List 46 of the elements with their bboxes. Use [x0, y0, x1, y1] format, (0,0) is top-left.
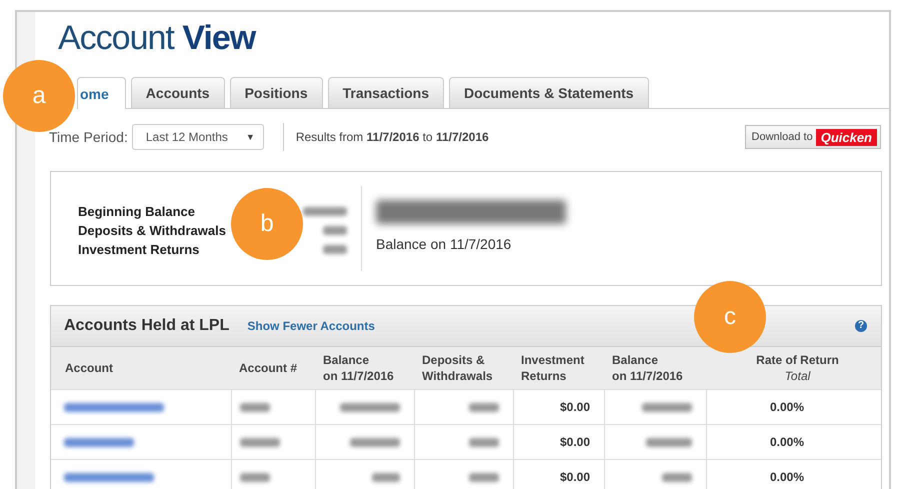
- tab[interactable]: Documents & Statements: [448, 77, 649, 108]
- time-period-dropdown[interactable]: Last 12 Months ▼: [132, 124, 264, 150]
- blurred-value: [662, 472, 692, 482]
- panel-title: Accounts Held at LPL: [64, 317, 230, 335]
- help-icon[interactable]: ?: [855, 320, 867, 332]
- blurred-value: [64, 438, 134, 446]
- blurred-value: [469, 402, 499, 412]
- blurred-value: [340, 402, 400, 412]
- table-cell: 0.00%: [770, 400, 804, 414]
- blurred-value: [240, 472, 270, 482]
- column-header: Balance on 11/7/2016: [611, 352, 684, 385]
- blurred-value: [469, 438, 499, 446]
- summary-label: Investment Returns: [78, 242, 200, 257]
- blurred-value: [350, 438, 400, 446]
- column-header: Investment Returns: [520, 352, 586, 385]
- table-cell: 0.00%: [770, 435, 804, 449]
- tab[interactable]: ome: [77, 77, 126, 109]
- show-fewer-link[interactable]: Show Fewer Accounts: [247, 319, 375, 333]
- table-cell: $0.00: [560, 400, 590, 414]
- time-period-label: Time Period:: [49, 129, 128, 145]
- tab[interactable]: Transactions: [328, 77, 444, 108]
- tab[interactable]: Accounts: [130, 77, 225, 108]
- results-text: Results from 11/7/2016 to 11/7/2016: [296, 130, 489, 144]
- column-header: Account: [64, 360, 114, 377]
- column-header: Account #: [238, 360, 298, 377]
- tab[interactable]: Positions: [230, 77, 323, 108]
- blurred-value: [240, 402, 270, 412]
- column-header: Rate of Return Total: [755, 352, 840, 385]
- blurred-value: [303, 207, 347, 216]
- blurred-value: [642, 402, 692, 412]
- blurred-value: [469, 472, 499, 482]
- summary-label: Deposits & Withdrawals: [78, 223, 226, 238]
- page-title: Account View: [58, 18, 257, 59]
- table-cell: $0.00: [560, 435, 590, 449]
- column-header: Balance on 11/7/2016: [322, 352, 395, 385]
- download-button[interactable]: Download to Quicken: [744, 125, 881, 149]
- summary-label: Beginning Balance: [78, 204, 196, 219]
- blurred-value: [323, 245, 347, 254]
- table-cell: 0.00%: [770, 470, 804, 484]
- blurred-value: [323, 226, 347, 235]
- blurred-value: [372, 472, 400, 482]
- blurred-value: [240, 438, 280, 446]
- column-header: Deposits & Withdrawals: [421, 352, 494, 385]
- blurred-value: [646, 438, 692, 446]
- balance-caption: Balance on 11/7/2016: [376, 236, 512, 252]
- table-cell: $0.00: [560, 470, 590, 484]
